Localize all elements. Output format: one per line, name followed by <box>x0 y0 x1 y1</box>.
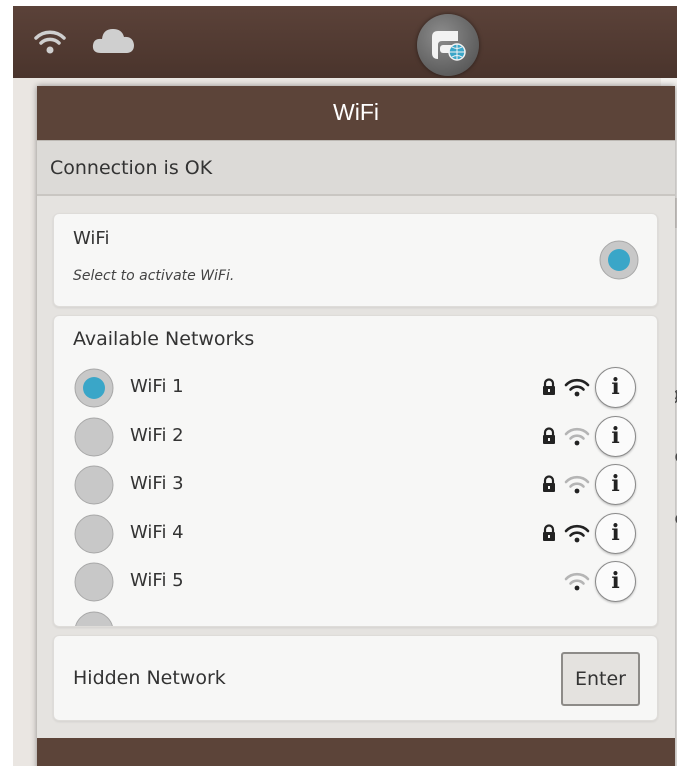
wifi-card-title: WiFi <box>73 228 110 249</box>
hidden-network-label: Hidden Network <box>73 667 226 689</box>
network-row[interactable]: WiFi 5 i <box>54 558 657 606</box>
wifi-signal-icon <box>564 377 590 401</box>
network-row-partial <box>54 607 657 626</box>
wifi-toggle-card[interactable]: WiFi Select to activate WiFi. <box>53 213 658 307</box>
network-name: WiFi 3 <box>130 473 184 494</box>
network-radio[interactable] <box>74 368 114 412</box>
cloud-icon[interactable] <box>91 26 134 56</box>
hidden-network-card: Hidden Network Enter <box>53 635 658 721</box>
network-row[interactable]: WiFi 3 i <box>54 461 657 509</box>
available-networks-card: Available Networks WiFi 1 i WiFi 2 i WiFi 3 i… <box>53 315 658 627</box>
lock-icon <box>540 426 558 449</box>
wifi-card-hint: Select to activate WiFi. <box>73 268 235 284</box>
wifi-signal-icon <box>564 571 590 595</box>
network-radio[interactable] <box>74 514 114 558</box>
top-bar <box>13 6 677 78</box>
info-button[interactable]: i <box>595 415 636 457</box>
lock-icon <box>540 523 558 546</box>
popup-footer <box>37 738 675 766</box>
wifi-enable-toggle[interactable] <box>599 240 639 284</box>
wifi-icon[interactable] <box>33 26 67 56</box>
network-row[interactable]: WiFi 4 i <box>54 510 657 558</box>
wifi-popup: WiFi Connection is OK WiFi Select to act… <box>37 86 675 766</box>
app-window: Cr ig nc nc WiFi Connection is OK WiFi S… <box>13 6 677 766</box>
connection-status: Connection is OK <box>37 140 675 196</box>
popup-title: WiFi <box>37 86 675 140</box>
wifi-signal-icon <box>564 474 590 498</box>
lock-icon <box>540 475 558 497</box>
wifi-signal-icon <box>564 523 590 547</box>
info-button[interactable]: i <box>595 464 636 505</box>
network-radio[interactable] <box>74 417 114 461</box>
network-name: WiFi 1 <box>130 376 184 397</box>
lock-icon <box>540 378 558 400</box>
network-name: WiFi 5 <box>130 570 184 591</box>
wifi-signal-icon <box>564 426 590 450</box>
network-row[interactable]: WiFi 2 i <box>54 413 657 461</box>
network-radio <box>74 611 114 626</box>
info-button[interactable]: i <box>595 561 636 602</box>
info-button[interactable]: i <box>595 512 636 554</box>
network-radio[interactable] <box>74 562 114 606</box>
network-row[interactable]: WiFi 1 i <box>54 364 657 412</box>
enter-button[interactable]: Enter <box>561 652 640 706</box>
info-button[interactable]: i <box>595 367 636 408</box>
network-radio[interactable] <box>74 465 114 509</box>
networks-title: Available Networks <box>73 328 255 350</box>
network-name: WiFi 2 <box>130 424 184 446</box>
network-name: WiFi 4 <box>130 521 184 543</box>
machine-globe-icon[interactable] <box>417 14 479 76</box>
